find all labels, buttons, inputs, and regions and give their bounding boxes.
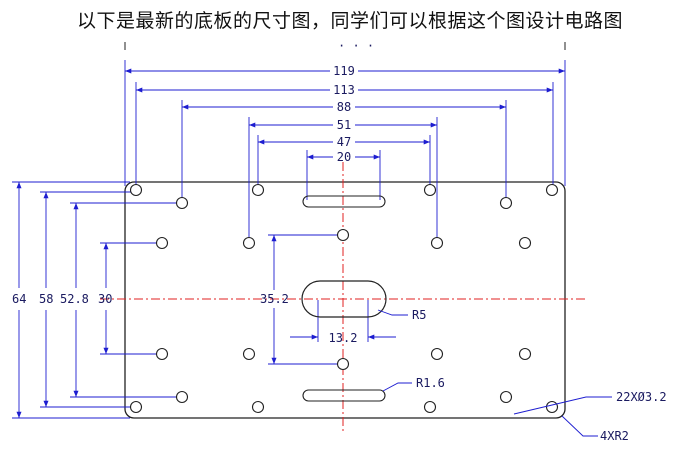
dim-88-label: 88 <box>337 100 351 114</box>
hole <box>129 400 143 414</box>
note-r1-6-label: R1.6 <box>416 376 445 390</box>
dim-119-label: 119 <box>333 64 355 78</box>
dim-47-label: 47 <box>337 135 351 149</box>
baseplate-drawing: · · · 119 113 88 51 47 20 64 58 52.8 30 … <box>12 39 667 443</box>
hole <box>518 347 532 361</box>
hole <box>251 183 265 197</box>
hole <box>545 400 559 414</box>
dim-35-2-label: 35.2 <box>260 292 289 306</box>
top-marks: · · · <box>338 39 374 53</box>
hole <box>518 236 532 250</box>
note-corners-label: 4XR2 <box>600 429 629 443</box>
hole <box>430 236 444 250</box>
board-outline <box>124 181 566 419</box>
bottom-slot <box>302 389 386 402</box>
hole <box>242 236 256 250</box>
hole <box>155 236 169 250</box>
hole <box>175 196 189 210</box>
note-holes-label: 22XØ3.2 <box>616 390 667 404</box>
hole <box>430 347 444 361</box>
hole <box>175 390 189 404</box>
dim-113-label: 113 <box>333 83 355 97</box>
dim-20-label: 20 <box>337 150 351 164</box>
top-slot <box>302 195 386 208</box>
dim-30-label: 30 <box>98 292 112 306</box>
hole <box>336 228 350 242</box>
note-r5: R5 <box>377 308 426 322</box>
note-holes: 22XØ3.2 <box>513 390 667 415</box>
hole <box>499 196 513 210</box>
hole <box>423 183 437 197</box>
hole <box>129 183 143 197</box>
dim-13-2-label: 13.2 <box>329 331 358 345</box>
hole <box>499 390 513 404</box>
dim-64-label: 64 <box>12 292 26 306</box>
note-corners: 4XR2 <box>561 415 629 443</box>
hole <box>423 400 437 414</box>
hole <box>155 347 169 361</box>
dim-113: 113 <box>135 82 554 186</box>
dim-52-8-label: 52.8 <box>60 292 89 306</box>
dim-52-8: 52.8 <box>60 202 182 398</box>
note-r1-6: R1.6 <box>382 376 445 392</box>
hole <box>242 347 256 361</box>
hole <box>336 357 350 371</box>
note-r5-label: R5 <box>412 308 426 322</box>
drawing-stage: 以下是最新的底板的尺寸图，同学们可以根据这个图设计电路图 · · · 119 1… <box>0 0 700 454</box>
dim-58-label: 58 <box>39 292 53 306</box>
hole <box>251 400 265 414</box>
dim-51-label: 51 <box>337 118 351 132</box>
hole <box>545 183 559 197</box>
